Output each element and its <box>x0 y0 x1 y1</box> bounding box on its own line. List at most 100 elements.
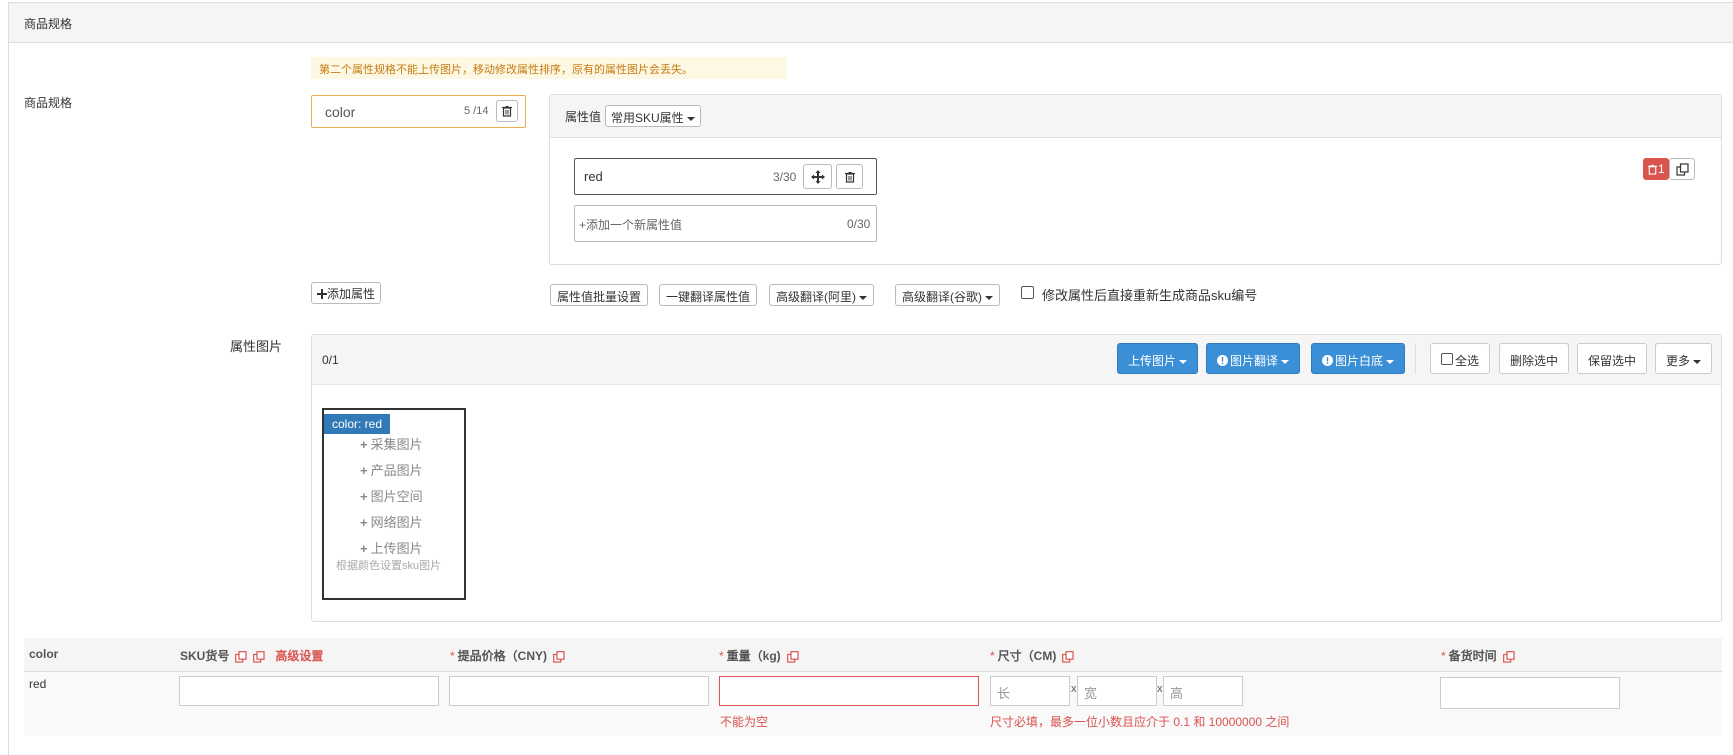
spec-name-field[interactable]: 5 /14 <box>311 95 526 128</box>
new-value-placeholder[interactable]: +添加一个新属性值 <box>579 216 682 233</box>
plus-icon: + <box>360 489 368 504</box>
warning-notice: 第二个属性规格不能上传图片，移动修改属性排序，原有的属性图片会丢失。 <box>311 57 787 79</box>
value-row[interactable]: red 3/30 <box>574 158 877 195</box>
sku-table: color SKU货号 高级设置 * 提品价格（CNY) * 重量（kg) * 尺寸（C… <box>24 638 1722 736</box>
value-text[interactable]: red <box>584 169 603 184</box>
image-space-label: 图片空间 <box>370 489 423 504</box>
new-value-count: 0/30 <box>847 217 871 231</box>
image-toolbar: 0/1 上传图片 图片翻译 图片白底 全选 删除选中 保留选中 更多 <box>312 335 1721 385</box>
caret-down-icon <box>1386 359 1395 364</box>
value-count: 3/30 <box>773 170 797 184</box>
values-header: 属性值 常用SKU属性 <box>550 95 1721 138</box>
delete-value-button[interactable] <box>836 164 863 189</box>
col-price-label: 提品价格（CNY) <box>457 649 548 663</box>
one-click-translate-button[interactable]: 一键翻译属性值 <box>659 284 758 306</box>
col-weight: * 重量（kg) <box>719 647 799 664</box>
spec-name-input[interactable] <box>313 97 463 126</box>
length-input[interactable]: 长 <box>990 676 1070 706</box>
col-size-label: 尺寸（CM) <box>997 649 1057 663</box>
regen-sku-checkbox[interactable] <box>1021 286 1034 299</box>
image-card-note: 根据颜色设置sku图片 <box>336 560 442 572</box>
select-all-label: 全选 <box>1455 354 1480 368</box>
required-mark: * <box>1441 649 1446 663</box>
adv-translate-ali-label: 高级翻译(阿里) <box>776 290 856 304</box>
size-separator: x <box>1157 683 1163 695</box>
width-input[interactable]: 宽 <box>1077 676 1157 706</box>
collect-image-option[interactable]: + 采集图片 <box>360 434 423 453</box>
more-dropdown[interactable]: 更多 <box>1655 343 1713 374</box>
collect-image-label: 采集图片 <box>370 437 423 452</box>
upload-image-option[interactable]: + 上传图片 <box>360 538 423 557</box>
caret-down-icon <box>859 295 867 300</box>
copy-icon[interactable] <box>553 650 565 663</box>
copy-icon[interactable] <box>1502 650 1515 663</box>
more-label: 更多 <box>1666 354 1691 368</box>
caret-down-icon <box>985 295 993 300</box>
batch-set-button[interactable]: 属性值批量设置 <box>550 284 649 306</box>
new-value-row[interactable]: +添加一个新属性值 0/30 <box>574 205 877 242</box>
copy-values-button[interactable] <box>1669 158 1695 180</box>
spec-name-count: 5 /14 <box>464 105 489 117</box>
delete-spec-button[interactable] <box>496 100 518 122</box>
col-sku-no: SKU货号 高级设置 <box>180 647 323 664</box>
select-all-button[interactable]: 全选 <box>1430 343 1491 374</box>
required-mark: * <box>450 649 455 663</box>
alert-icon <box>1217 355 1228 366</box>
add-attribute-label: 添加属性 <box>327 287 376 301</box>
white-background-dropdown[interactable]: 图片白底 <box>1311 343 1406 374</box>
table-row: red 不能为空 长 x 宽 x 高 尺寸必填，最多一位小数且应介于 0.1 和… <box>24 672 1722 736</box>
sku-no-input[interactable] <box>179 676 439 706</box>
move-value-button[interactable] <box>803 164 832 189</box>
weight-input[interactable] <box>719 676 979 706</box>
keep-selected-button[interactable]: 保留选中 <box>1577 343 1648 374</box>
col-price: * 提品价格（CNY) <box>450 647 565 664</box>
panel-header: 商品规格 <box>9 3 1733 43</box>
upload-image-option-label: 上传图片 <box>370 541 423 556</box>
select-all-checkbox[interactable] <box>1441 353 1453 365</box>
adv-translate-google-dropdown[interactable]: 高级翻译(谷歌) <box>895 284 1000 306</box>
image-translate-dropdown[interactable]: 图片翻译 <box>1206 343 1301 374</box>
height-input[interactable]: 高 <box>1163 676 1243 706</box>
copy-icon[interactable] <box>235 650 247 663</box>
row-color-value: red <box>29 677 47 691</box>
panel-title: 商品规格 <box>24 17 73 31</box>
col-size: * 尺寸（CM) <box>990 647 1074 664</box>
copy-icon[interactable] <box>786 650 799 663</box>
required-mark: * <box>719 649 724 663</box>
add-attribute-button[interactable]: 添加属性 <box>311 282 382 304</box>
adv-translate-ali-dropdown[interactable]: 高级翻译(阿里) <box>769 284 874 306</box>
plus-icon: + <box>360 437 368 452</box>
sku-table-header: color SKU货号 高级设置 * 提品价格（CNY) * 重量（kg) * 尺寸（C… <box>24 638 1722 672</box>
delete-badge: 1 <box>1658 162 1665 176</box>
trash-icon <box>502 106 512 117</box>
col-weight-label: 重量（kg) <box>726 649 781 663</box>
adv-translate-google-label: 高级翻译(谷歌) <box>902 290 982 304</box>
image-space-option[interactable]: + 图片空间 <box>360 486 423 505</box>
image-translate-label: 图片翻译 <box>1230 354 1279 368</box>
plus-icon: + <box>360 515 368 530</box>
col-color: color <box>29 647 59 661</box>
product-image-option[interactable]: + 产品图片 <box>360 460 423 479</box>
copy-icon <box>1675 162 1689 176</box>
web-image-option[interactable]: + 网络图片 <box>360 512 423 531</box>
image-label: 属性图片 <box>230 339 283 354</box>
caret-down-icon <box>1281 359 1290 364</box>
stock-time-input[interactable] <box>1440 677 1620 709</box>
advanced-settings-link[interactable]: 高级设置 <box>275 649 323 663</box>
toolbar-divider <box>1415 343 1416 374</box>
plus-icon: + <box>360 463 368 478</box>
delete-selected-button[interactable]: 删除选中 <box>1499 343 1570 374</box>
common-sku-dropdown[interactable]: 常用SKU属性 <box>605 105 701 127</box>
price-input[interactable] <box>449 676 709 706</box>
copy-icon[interactable] <box>253 650 265 663</box>
alert-icon <box>1322 355 1333 366</box>
size-separator: x <box>1071 683 1077 695</box>
attribute-values-box: 属性值 常用SKU属性 red 3/30 +添加一个新属性值 0/30 1 <box>549 94 1722 265</box>
delete-all-values-button[interactable]: 1 <box>1643 158 1669 180</box>
upload-image-dropdown[interactable]: 上传图片 <box>1117 343 1199 374</box>
trash-icon <box>1647 164 1658 175</box>
copy-icon[interactable] <box>1062 650 1074 663</box>
weight-error: 不能为空 <box>720 715 769 729</box>
plus-icon <box>317 289 327 299</box>
sku-image-card: color: red + 采集图片 + 产品图片 + 图片空间 + 网络图片 + 上传图片… <box>322 408 466 600</box>
